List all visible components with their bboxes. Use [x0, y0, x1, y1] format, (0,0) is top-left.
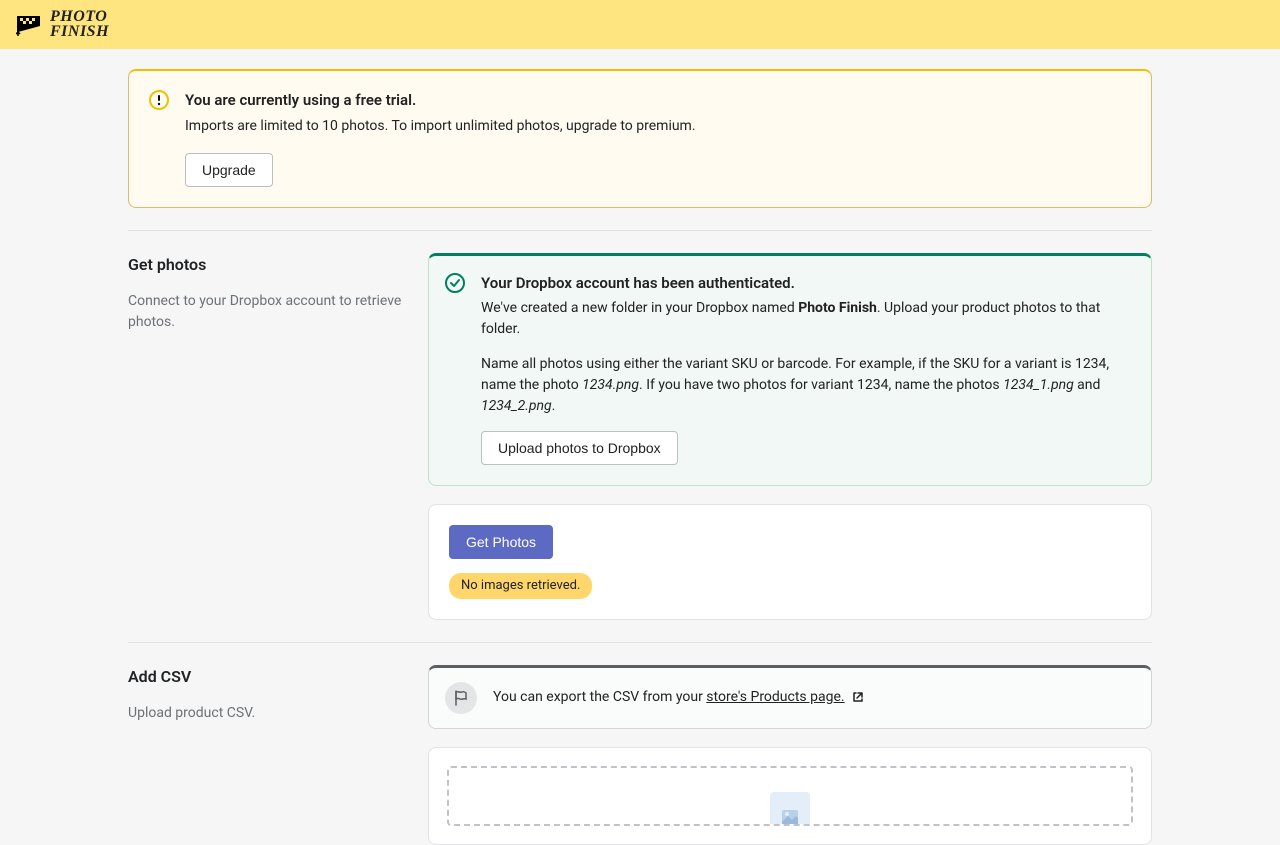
auth-success-title: Your Dropbox account has been authentica…	[481, 272, 1135, 295]
auth-success-banner: Your Dropbox account has been authentica…	[428, 253, 1152, 487]
csv-info-text: You can export the CSV from your store's…	[493, 687, 864, 708]
csv-info-banner: You can export the CSV from your store's…	[428, 665, 1152, 729]
trial-banner: You are currently using a free trial. Im…	[128, 69, 1152, 208]
csv-dropzone[interactable]	[447, 766, 1133, 826]
products-page-link[interactable]: store's Products page.	[706, 689, 844, 705]
add-csv-title: Add CSV	[128, 665, 404, 689]
file-upload-icon	[770, 792, 810, 824]
divider	[128, 642, 1152, 643]
status-badge: No images retrieved.	[449, 573, 592, 599]
warning-icon	[149, 90, 169, 187]
upload-dropbox-button[interactable]: Upload photos to Dropbox	[481, 431, 678, 465]
flag-icon	[445, 682, 477, 714]
auth-success-p2: Name all photos using either the variant…	[481, 354, 1135, 417]
banner-title: You are currently using a free trial.	[185, 89, 1131, 112]
divider	[128, 230, 1152, 231]
external-link-icon	[852, 691, 864, 703]
get-photos-button[interactable]: Get Photos	[449, 525, 553, 559]
check-circle-icon	[445, 273, 465, 466]
auth-success-p1: We've created a new folder in your Dropb…	[481, 298, 1135, 340]
logo-text: PHOTO FINISH	[50, 10, 109, 39]
get-photos-card: Get Photos No images retrieved.	[428, 504, 1152, 620]
get-photos-title: Get photos	[128, 253, 404, 277]
app-header: PHOTO FINISH	[0, 0, 1280, 49]
banner-desc: Imports are limited to 10 photos. To imp…	[185, 116, 1131, 137]
logo: PHOTO FINISH	[16, 10, 109, 39]
add-csv-desc: Upload product CSV.	[128, 703, 404, 724]
get-photos-desc: Connect to your Dropbox account to retri…	[128, 291, 404, 333]
add-csv-section: Add CSV Upload product CSV. You can expo…	[128, 665, 1152, 845]
logo-flag-icon	[16, 14, 44, 36]
upgrade-button[interactable]: Upgrade	[185, 153, 273, 187]
csv-dropzone-card	[428, 747, 1152, 845]
get-photos-section: Get photos Connect to your Dropbox accou…	[128, 253, 1152, 620]
